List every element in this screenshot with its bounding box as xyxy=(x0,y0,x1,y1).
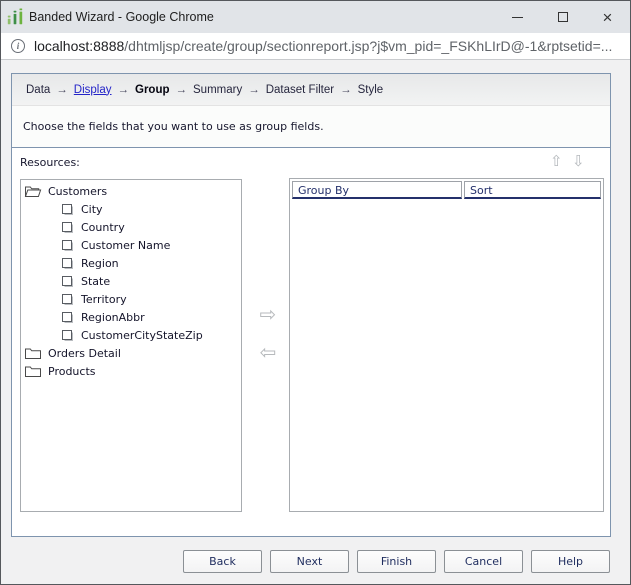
minimize-icon xyxy=(512,17,523,18)
maximize-icon xyxy=(558,12,568,22)
breadcrumb-arrow-icon: → xyxy=(248,84,260,96)
group-step-content: Resources: ⇧ ⇩ CustomersCityCountryCusto… xyxy=(12,148,610,536)
breadcrumb-arrow-icon: → xyxy=(118,84,130,96)
tree-item-customer-name[interactable]: Customer Name xyxy=(21,236,241,254)
breadcrumb-arrow-icon: → xyxy=(56,84,68,96)
tree-item-territory[interactable]: Territory xyxy=(21,290,241,308)
folder-closed-icon xyxy=(24,365,42,378)
group-by-table: Group BySort xyxy=(289,178,604,512)
wizard-step-summary: Summary xyxy=(193,84,242,96)
tree-item-label: Country xyxy=(81,221,125,234)
field-icon xyxy=(61,275,74,288)
move-up-icon[interactable]: ⇧ xyxy=(550,154,563,169)
field-icon xyxy=(61,257,74,270)
field-icon xyxy=(61,239,74,252)
window-title: Banded Wizard - Google Chrome xyxy=(29,10,214,24)
tree-item-country[interactable]: Country xyxy=(21,218,241,236)
tree-item-label: Customer Name xyxy=(81,239,170,252)
wizard-step-display[interactable]: Display xyxy=(74,84,112,96)
breadcrumb: Data → Display → Group → Summary → Dataset Filte… xyxy=(12,74,610,106)
instruction-text: Choose the fields that you want to use a… xyxy=(23,120,324,133)
tree-item-customers[interactable]: Customers xyxy=(21,182,241,200)
instruction-bar: Choose the fields that you want to use a… xyxy=(12,106,610,148)
tree-item-region[interactable]: Region xyxy=(21,254,241,272)
tree-item-label: Orders Detail xyxy=(48,347,121,360)
breadcrumb-arrow-icon: → xyxy=(176,84,188,96)
add-field-icon[interactable]: ⇨ xyxy=(256,304,280,324)
tree-item-label: Customers xyxy=(48,185,107,198)
field-icon xyxy=(61,329,74,342)
tree-item-state[interactable]: State xyxy=(21,272,241,290)
minimize-button[interactable] xyxy=(495,1,540,33)
site-info-icon[interactable]: i xyxy=(11,39,25,53)
tree-item-label: RegionAbbr xyxy=(81,311,145,324)
tree-item-orders-detail[interactable]: Orders Detail xyxy=(21,344,241,362)
finish-button[interactable]: Finish xyxy=(357,550,436,573)
address-bar: i localhost:8888/dhtmljsp/create/group/s… xyxy=(1,33,630,60)
tree-item-customercitystatezip[interactable]: CustomerCityStateZip xyxy=(21,326,241,344)
page-url: localhost:8888/dhtmljsp/create/group/sec… xyxy=(34,38,612,54)
tree-item-label: State xyxy=(81,275,110,288)
wizard-step-dataset-filter: Dataset Filter xyxy=(266,84,334,96)
column-header-group-by: Group By xyxy=(292,181,462,199)
wizard-step-style: Style xyxy=(358,84,384,96)
column-header-sort: Sort xyxy=(464,181,601,199)
tree-item-label: City xyxy=(81,203,103,216)
cancel-button[interactable]: Cancel xyxy=(444,550,523,573)
folder-open-icon xyxy=(24,185,42,198)
resources-label: Resources: xyxy=(20,156,80,169)
wizard-panel: Data → Display → Group → Summary → Dataset Filte… xyxy=(11,73,611,537)
group-table-header: Group BySort xyxy=(292,181,601,199)
remove-field-icon[interactable]: ⇦ xyxy=(256,342,280,362)
field-icon xyxy=(61,293,74,306)
tree-item-products[interactable]: Products xyxy=(21,362,241,380)
move-down-icon[interactable]: ⇩ xyxy=(572,154,585,169)
close-icon: × xyxy=(603,9,613,26)
tree-item-label: Products xyxy=(48,365,96,378)
folder-closed-icon xyxy=(24,347,42,360)
wizard-step-data: Data xyxy=(26,84,50,96)
tree-item-label: Region xyxy=(81,257,119,270)
page-content: Data → Display → Group → Summary → Dataset Filte… xyxy=(1,61,630,584)
wizard-step-group: Group xyxy=(135,84,170,96)
field-icon xyxy=(61,221,74,234)
field-icon xyxy=(61,203,74,216)
breadcrumb-arrow-icon: → xyxy=(340,84,352,96)
footer-buttons: Back Next Finish Cancel Help xyxy=(1,550,630,573)
next-button[interactable]: Next xyxy=(270,550,349,573)
help-button[interactable]: Help xyxy=(531,550,610,573)
url-path: /dhtmljsp/create/group/sectionreport.jsp… xyxy=(124,38,612,54)
app-logo-icon xyxy=(6,8,24,26)
browser-popup-window: Banded Wizard - Google Chrome × i localh… xyxy=(0,0,631,585)
title-bar: Banded Wizard - Google Chrome × xyxy=(1,1,630,33)
url-origin: localhost:8888 xyxy=(34,38,124,54)
tree-item-regionabbr[interactable]: RegionAbbr xyxy=(21,308,241,326)
field-icon xyxy=(61,311,74,324)
window-controls: × xyxy=(495,1,630,33)
maximize-button[interactable] xyxy=(540,1,585,33)
tree-item-label: Territory xyxy=(81,293,127,306)
resources-tree: Customers City Country Customer Name Region S… xyxy=(20,179,242,512)
back-button[interactable]: Back xyxy=(183,550,262,573)
tree-item-label: CustomerCityStateZip xyxy=(81,329,203,342)
close-button[interactable]: × xyxy=(585,1,630,33)
tree-item-city[interactable]: City xyxy=(21,200,241,218)
